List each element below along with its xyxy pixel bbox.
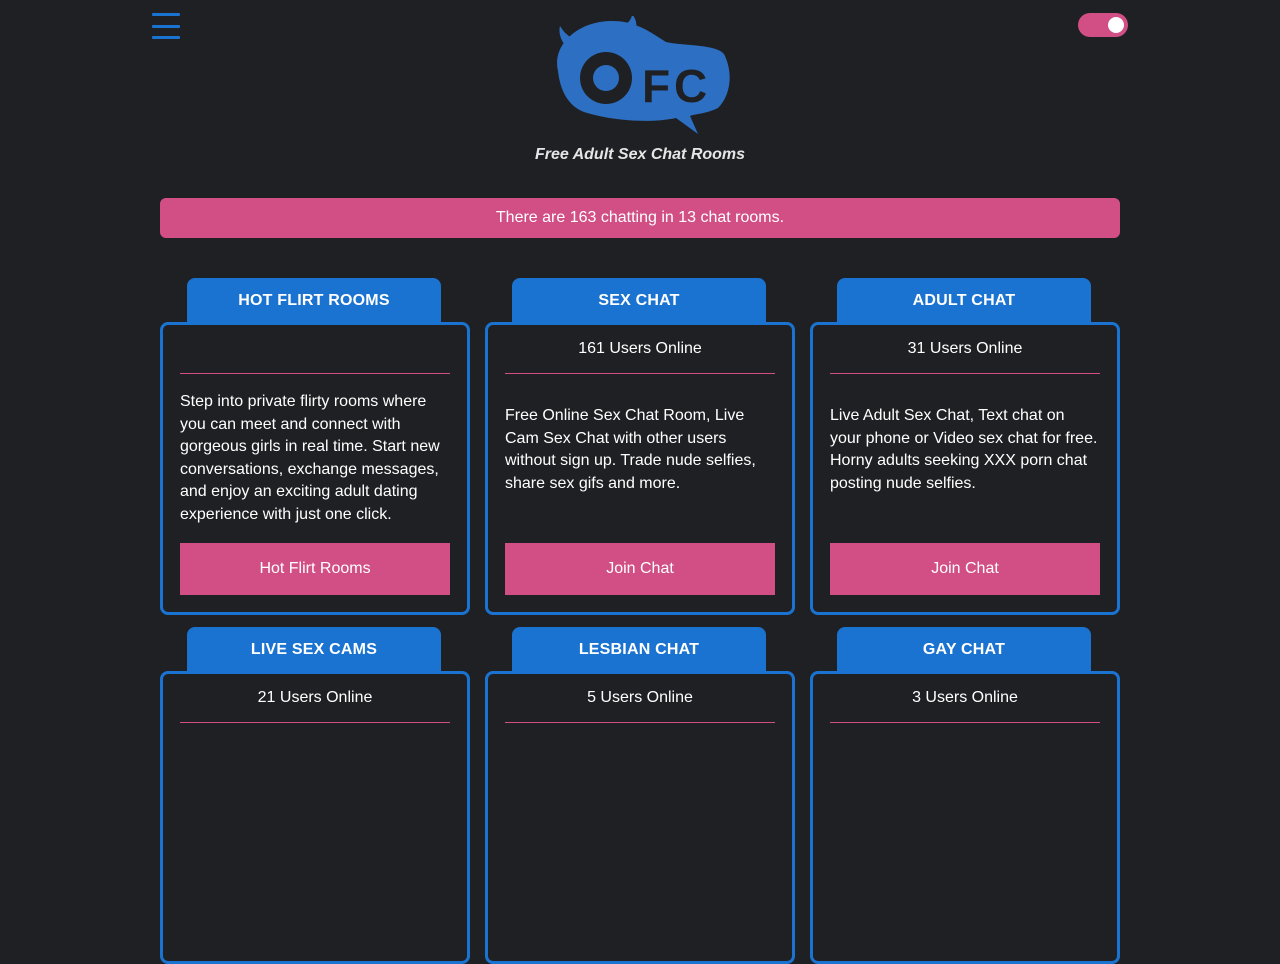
menu-button[interactable] [152,13,180,39]
ofc-logo[interactable]: F C [548,16,732,138]
room-description: Step into private flirty rooms where you… [180,393,440,523]
tagline: Free Adult Sex Chat Rooms [534,146,746,163]
join-chat-button[interactable]: Join Chat [505,543,775,595]
room-title: GAY CHAT [837,627,1091,673]
hamburger-icon-bar [152,24,180,28]
room-users-online [180,325,450,374]
room-card-live-sex-cams: LIVE SEX CAMS 21 Users Online [160,627,470,964]
room-users-online: 3 Users Online [830,674,1100,723]
theme-toggle[interactable] [1078,13,1128,37]
room-title: LIVE SEX CAMS [187,627,441,673]
room-card-body: 161 Users Online Free Online Sex Chat Ro… [485,322,795,615]
room-users-online: 5 Users Online [505,674,775,723]
room-card-body: 3 Users Online [810,671,1120,964]
room-card-hot-flirt: HOT FLIRT ROOMS Step into private flirty… [160,278,470,615]
svg-text:F: F [642,60,670,112]
room-card-body: 21 Users Online [160,671,470,964]
room-title: SEX CHAT [512,278,766,324]
hamburger-icon-bar [152,36,180,39]
room-card-sex-chat: SEX CHAT 161 Users Online Free Online Se… [485,278,795,615]
room-card-gay-chat: GAY CHAT 3 Users Online [810,627,1120,964]
room-grid: HOT FLIRT ROOMS Step into private flirty… [160,278,1120,964]
room-card-lesbian-chat: LESBIAN CHAT 5 Users Online [485,627,795,964]
room-card-adult-chat: ADULT CHAT 31 Users Online Live Adult Se… [810,278,1120,615]
room-card-body: Step into private flirty rooms where you… [160,322,470,615]
online-status-banner: There are 163 chatting in 13 chat rooms. [160,198,1120,238]
join-chat-button[interactable]: Join Chat [830,543,1100,595]
room-users-online: 21 Users Online [180,674,450,723]
room-title: LESBIAN CHAT [512,627,766,673]
room-card-body: 5 Users Online [485,671,795,964]
room-users-online: 31 Users Online [830,325,1100,374]
room-description: Live Adult Sex Chat, Text chat on your p… [830,407,1098,492]
hot-flirt-rooms-button[interactable]: Hot Flirt Rooms [180,543,450,595]
toggle-knob [1108,17,1124,33]
room-description: Free Online Sex Chat Room, Live Cam Sex … [505,407,756,492]
hamburger-icon [152,13,180,16]
room-users-online: 161 Users Online [505,325,775,374]
room-title: HOT FLIRT ROOMS [187,278,441,324]
svg-text:C: C [674,60,707,112]
room-title: ADULT CHAT [837,278,1091,324]
room-card-body: 31 Users Online Live Adult Sex Chat, Tex… [810,322,1120,615]
